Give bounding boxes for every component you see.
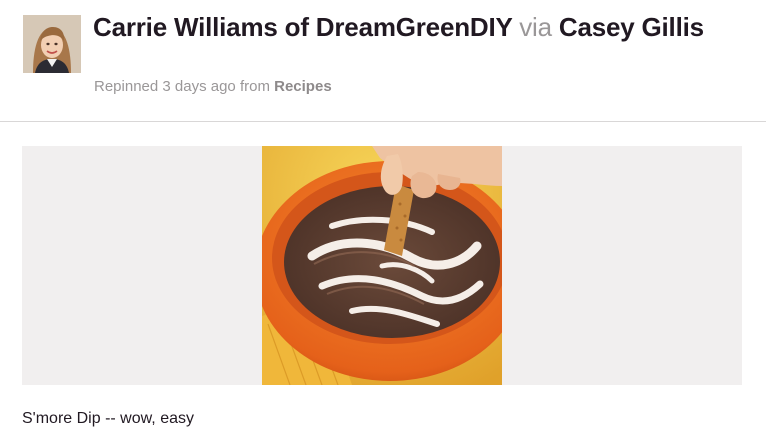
avatar-portrait-icon xyxy=(23,15,81,73)
source-user-link[interactable]: Casey Gillis xyxy=(559,12,704,42)
pin-attribution: Carrie Williams of DreamGreenDIY via Cas… xyxy=(93,13,733,41)
via-label: via xyxy=(519,12,552,42)
header-divider xyxy=(0,121,766,122)
repin-info: Repinned 3 days ago from Recipes xyxy=(94,78,332,95)
user-avatar[interactable] xyxy=(23,15,81,73)
pinner-name-link[interactable]: Carrie Williams of DreamGreenDIY xyxy=(93,12,512,42)
board-link[interactable]: Recipes xyxy=(274,78,332,95)
repinned-text: Repinned 3 days ago from xyxy=(94,78,270,95)
pin-header: Carrie Williams of DreamGreenDIY via Cas… xyxy=(0,0,766,121)
pin-image-container[interactable] xyxy=(22,146,742,385)
pin-description: S'more Dip -- wow, easy xyxy=(22,410,194,427)
smore-dip-photo-icon xyxy=(262,146,502,385)
smore-dip-photo[interactable] xyxy=(262,146,502,385)
